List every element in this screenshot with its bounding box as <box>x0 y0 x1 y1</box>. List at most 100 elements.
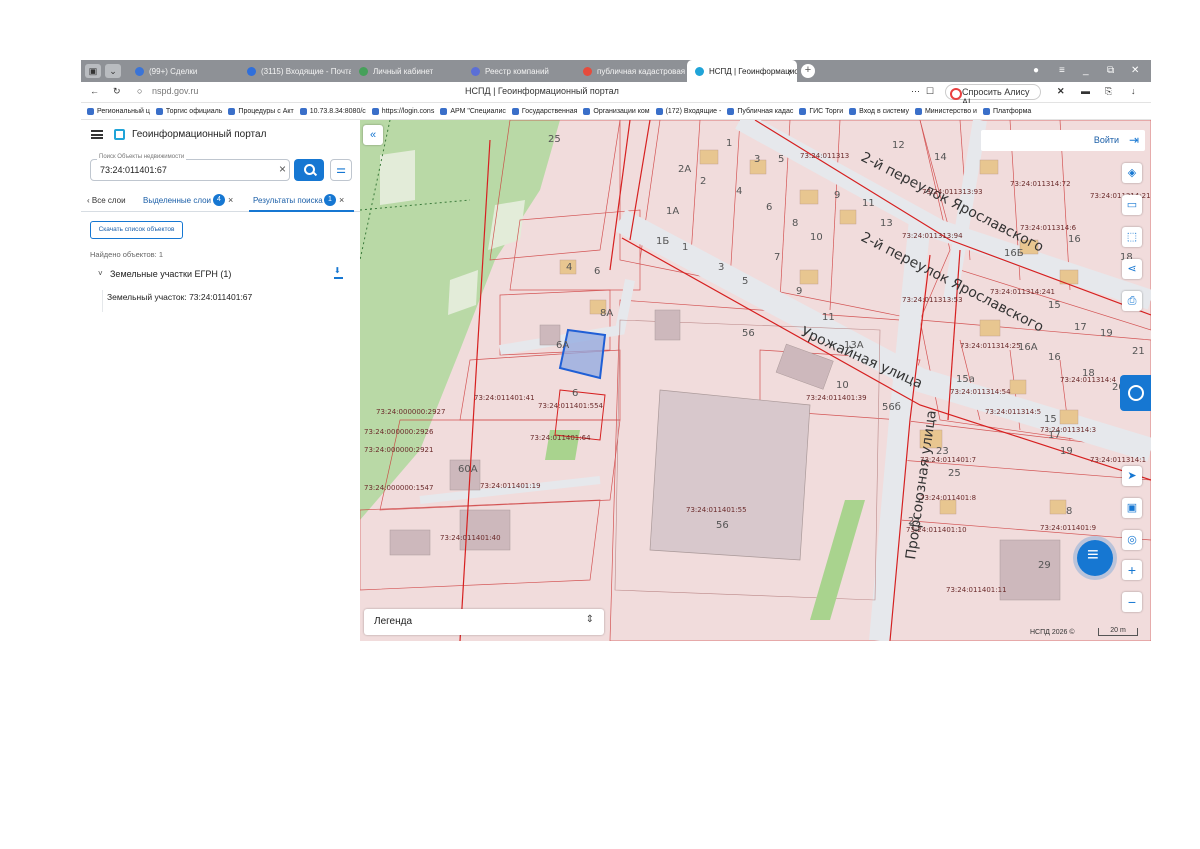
cadastral-map[interactable]: 2-й переулок Ярославского2-й переулок Яр… <box>360 120 1151 641</box>
bookmark-item[interactable]: Процедуры с Акт <box>222 107 294 115</box>
browser-tab[interactable]: (3115) Входящие - Почта <box>239 60 351 82</box>
search-field[interactable]: Поиск Объекты недвижимости 73:24:011401:… <box>90 154 290 181</box>
legend-toggle-icon[interactable]: ⇕ <box>586 614 594 625</box>
tabs-dropdown-icon[interactable]: ⌄ <box>105 64 121 78</box>
download-group-icon[interactable] <box>334 266 343 279</box>
house-number-label: 13 <box>880 218 893 229</box>
share-icon[interactable]: ⋖ <box>1122 259 1142 279</box>
downloads-shelf-icon[interactable]: ▬ <box>1081 86 1090 96</box>
url-field[interactable]: nspd.gov.ru <box>152 86 198 96</box>
bookmark-favicon-icon <box>371 107 379 115</box>
bookmark-item[interactable]: ГИС Торги <box>793 107 843 115</box>
filter-button[interactable]: ⚌ <box>330 159 352 181</box>
browser-tab[interactable]: публичная кадастровая <box>575 60 687 82</box>
parcel-number-label: 73:24:011401:40 <box>440 534 501 542</box>
close-window-icon[interactable]: ✕ <box>1131 60 1139 82</box>
zoom-out-button[interactable]: − <box>1122 592 1142 612</box>
parcel-number-label: 73:24:011401:554 <box>538 402 604 410</box>
bookmark-item[interactable]: 10.73.8.34:8080/c <box>294 107 366 115</box>
house-number-label: 18 <box>1082 368 1095 379</box>
bookmark-item[interactable]: Государственная <box>506 107 577 115</box>
tab-search-results[interactable]: Результаты поиска <box>253 196 323 205</box>
collapse-panel-button[interactable]: « <box>363 125 383 145</box>
bookmark-item[interactable]: Региональный ц <box>81 107 150 115</box>
house-number-label: 23 <box>936 446 949 457</box>
minimize-icon[interactable]: _ <box>1083 60 1089 82</box>
clipboard-icon[interactable]: ⎘ <box>1105 86 1112 97</box>
reload-icon[interactable]: ↻ <box>113 86 121 97</box>
download-list-button[interactable]: Скачать список объектов <box>90 221 183 239</box>
chevron-down-icon[interactable]: ˅ <box>98 269 103 278</box>
bookmark-item[interactable]: Вход в систему <box>843 107 909 115</box>
house-number-label: 19 <box>1060 446 1073 457</box>
profile-icon[interactable]: ● <box>1033 60 1039 82</box>
left-panel: Геоинформационный портал Поиск Объекты н… <box>81 120 360 641</box>
restore-icon[interactable]: ⧉ <box>1107 60 1114 82</box>
legend-label: Легенда <box>374 616 413 627</box>
search-label: Поиск Объекты недвижимости <box>97 154 187 160</box>
tab-favicon-icon <box>583 66 592 76</box>
house-number-label: 4 <box>736 186 742 197</box>
house-number-label: 6 <box>572 388 578 399</box>
bookmark-item[interactable]: Публичная кадас <box>721 107 793 115</box>
geolocation-icon[interactable]: ➤ <box>1122 466 1142 486</box>
result-item[interactable]: Земельный участок: 73:24:011401:67 <box>102 290 357 312</box>
bookmark-label: Вход в систему <box>859 107 909 115</box>
window-menu-icon[interactable]: ▣ <box>85 64 101 78</box>
extension-icon[interactable]: ✕ <box>1057 86 1065 97</box>
bookmark-favicon-icon <box>914 107 922 115</box>
menu-icon[interactable]: ≡ <box>1059 60 1065 82</box>
login-button[interactable]: Войти <box>981 130 1145 151</box>
tab-all-layers[interactable]: ‹ Все слои <box>87 196 126 205</box>
selected-parcel[interactable] <box>558 328 607 380</box>
browser-tab[interactable]: НСПД | Геоинформацио × <box>687 60 797 82</box>
copyright: НСПД 2026 © <box>1030 629 1075 636</box>
zoom-in-button[interactable]: + <box>1122 560 1142 580</box>
more-icon[interactable]: ⋯ <box>911 86 920 97</box>
browser-tab[interactable]: Личный кабинет <box>351 60 463 82</box>
selected-layers-count-badge: 4 <box>213 194 225 206</box>
ask-alice-button[interactable]: Спросить Алису AI <box>945 84 1041 107</box>
menu-burger-icon[interactable] <box>91 130 103 139</box>
bookmark-item[interactable]: Министерство и <box>909 107 977 115</box>
close-results-tab-icon[interactable]: × <box>339 195 344 205</box>
print-icon[interactable]: ⎙ <box>1122 291 1142 311</box>
new-tab-button[interactable]: + <box>801 64 815 78</box>
bookmark-item[interactable]: Организации ком <box>577 107 650 115</box>
close-tab-icon[interactable]: × <box>787 67 792 76</box>
clear-search-icon[interactable]: × <box>279 162 286 176</box>
layers-icon[interactable]: ◈ <box>1122 163 1142 183</box>
download-icon[interactable]: ↓ <box>1131 86 1136 96</box>
select-area-icon[interactable]: ⬚ <box>1122 227 1142 247</box>
house-number-label: 1 <box>726 138 732 149</box>
search-input[interactable]: 73:24:011401:67 <box>100 165 167 175</box>
group-land-plots[interactable]: Земельные участки ЕГРН (1) <box>110 269 231 279</box>
basemap-icon[interactable]: ▣ <box>1122 498 1142 518</box>
bookmark-item[interactable]: (172) Входящие - <box>650 107 721 115</box>
map-view[interactable]: 2-й переулок Ярославского 2-й переулок Яр… <box>360 120 1151 641</box>
bookmark-item[interactable]: https://login.cons <box>366 107 434 115</box>
chat-button[interactable] <box>1077 540 1113 576</box>
site-security-icon[interactable]: ○ <box>137 86 142 96</box>
bookmark-item[interactable]: АРМ "Специалис <box>434 107 506 115</box>
legend-panel[interactable]: Легенда ⇕ <box>364 609 604 635</box>
assistant-side-tab[interactable] <box>1120 375 1151 411</box>
tab-selected-layers[interactable]: Выделенные слои <box>143 196 211 205</box>
tab-favicon-icon <box>135 66 144 76</box>
bookmark-item[interactable]: Платформа <box>977 107 1031 115</box>
browser-tab[interactable]: Реестр компаний <box>463 60 575 82</box>
tab-label: Личный кабинет <box>373 66 434 76</box>
house-number-label: 16 <box>1048 352 1061 363</box>
back-icon[interactable]: ← <box>90 86 99 96</box>
bookmark-item[interactable]: Торгис официаль <box>150 107 222 115</box>
house-number-label: 29 <box>1038 560 1051 571</box>
browser-tab[interactable]: (99+) Сделки <box>127 60 239 82</box>
bookmark-icon[interactable]: ☐ <box>926 86 934 97</box>
parcel-number-label: 73:24:011401:55 <box>686 506 747 514</box>
search-button[interactable] <box>294 159 324 181</box>
house-number-label: 8 <box>792 218 798 229</box>
close-selected-tab-icon[interactable]: × <box>228 195 233 205</box>
bookmark-favicon-icon <box>228 107 236 115</box>
measure-icon[interactable]: ▭ <box>1122 195 1142 215</box>
location-pin-icon[interactable]: ◎ <box>1122 530 1142 550</box>
